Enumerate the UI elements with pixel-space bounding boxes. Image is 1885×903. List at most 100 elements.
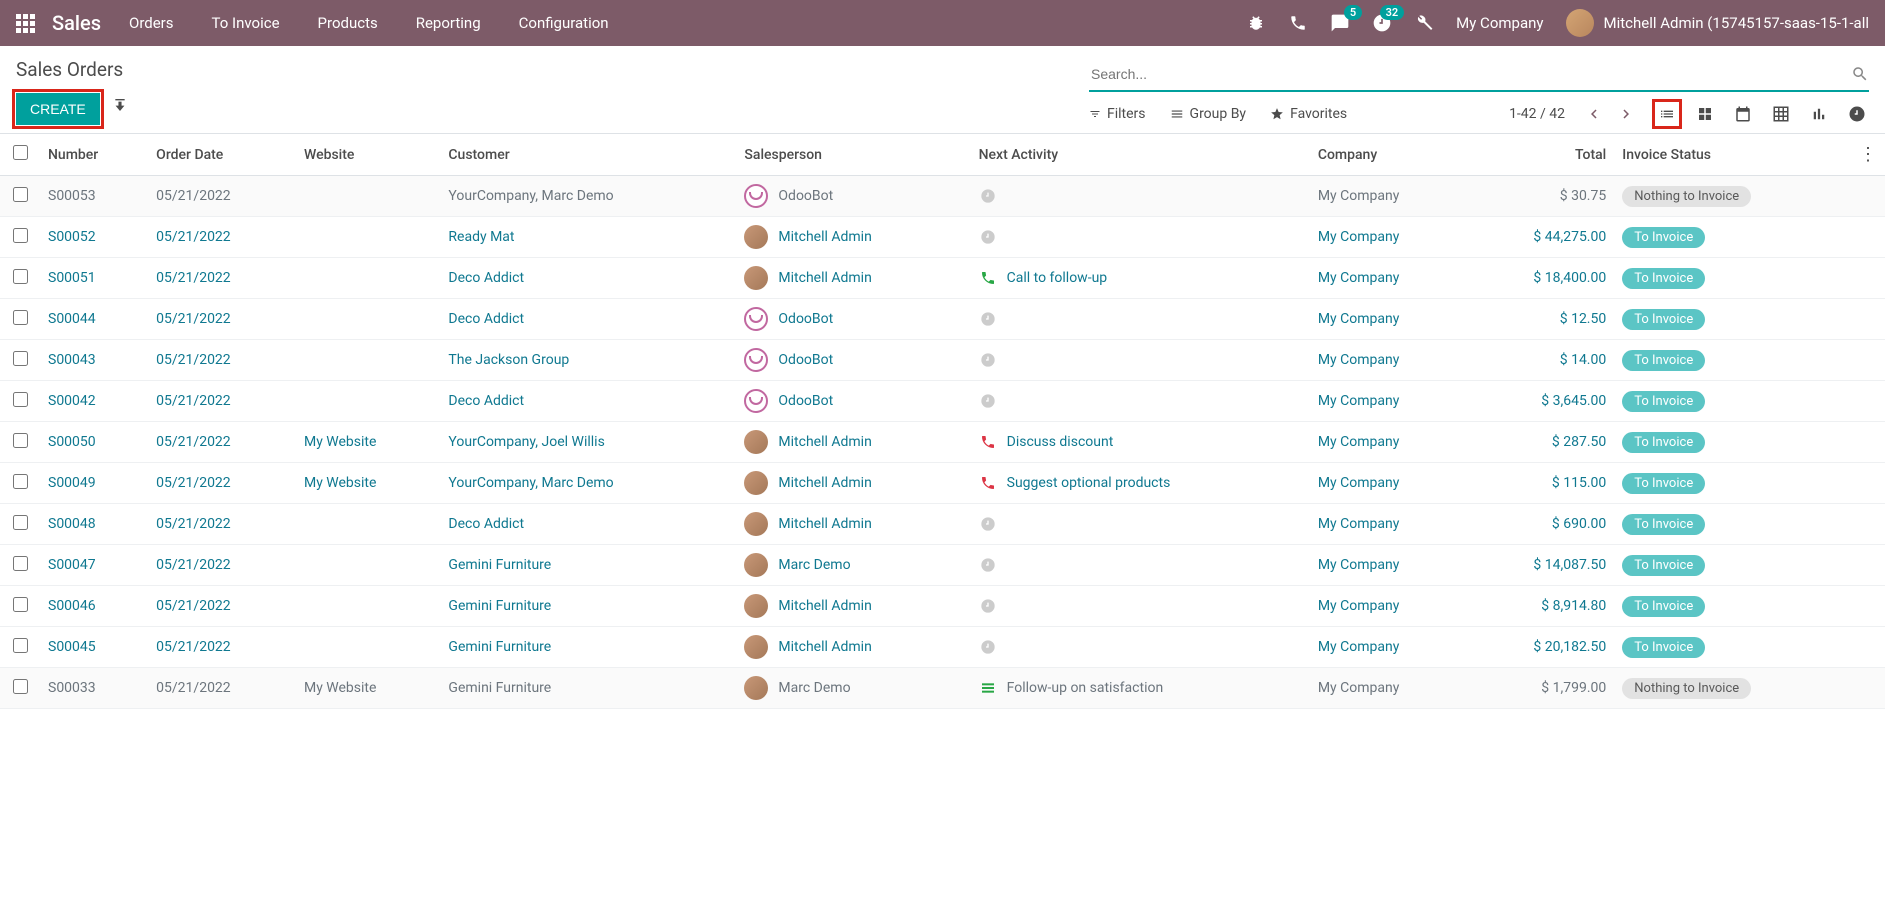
table-row[interactable]: S0005005/21/2022My WebsiteYourCompany, J… bbox=[0, 422, 1885, 463]
order-number[interactable]: S00045 bbox=[48, 639, 96, 655]
pager-prev-icon[interactable] bbox=[1585, 105, 1603, 123]
row-checkbox[interactable] bbox=[13, 187, 28, 202]
col-options[interactable]: ⋮ bbox=[1851, 134, 1885, 176]
table-row[interactable]: S0004305/21/2022The Jackson GroupOdooBot… bbox=[0, 340, 1885, 381]
view-activity-icon[interactable] bbox=[1845, 102, 1869, 126]
col-website[interactable]: Website bbox=[296, 134, 440, 176]
col-order-date[interactable]: Order Date bbox=[148, 134, 296, 176]
pager-next-icon[interactable] bbox=[1617, 105, 1635, 123]
col-total[interactable]: Total bbox=[1469, 134, 1614, 176]
view-pivot-icon[interactable] bbox=[1769, 102, 1793, 126]
table-row[interactable]: S0004805/21/2022Deco AddictMitchell Admi… bbox=[0, 504, 1885, 545]
col-company[interactable]: Company bbox=[1310, 134, 1469, 176]
view-kanban-icon[interactable] bbox=[1693, 102, 1717, 126]
cell-total: $ 8,914.80 bbox=[1469, 586, 1614, 627]
select-all-checkbox[interactable] bbox=[13, 145, 28, 160]
cell-salesperson: OdooBot bbox=[736, 176, 970, 217]
pager[interactable]: 1-42 / 42 bbox=[1509, 106, 1565, 122]
table-row[interactable]: S0005105/21/2022Deco AddictMitchell Admi… bbox=[0, 258, 1885, 299]
cell-activity bbox=[971, 504, 1310, 545]
col-customer[interactable]: Customer bbox=[440, 134, 736, 176]
filters-button[interactable]: Filters bbox=[1089, 106, 1146, 122]
clock-icon[interactable] bbox=[979, 351, 997, 369]
cell-activity bbox=[971, 217, 1310, 258]
row-checkbox[interactable] bbox=[13, 269, 28, 284]
view-graph-icon[interactable] bbox=[1807, 102, 1831, 126]
row-checkbox[interactable] bbox=[13, 433, 28, 448]
row-checkbox[interactable] bbox=[13, 515, 28, 530]
row-checkbox[interactable] bbox=[13, 638, 28, 653]
nav-products[interactable]: Products bbox=[318, 14, 378, 32]
order-number[interactable]: S00046 bbox=[48, 598, 96, 614]
clock-icon[interactable] bbox=[979, 187, 997, 205]
row-checkbox[interactable] bbox=[13, 679, 28, 694]
activities-icon[interactable]: 32 bbox=[1372, 13, 1392, 33]
order-number[interactable]: S00047 bbox=[48, 557, 96, 573]
order-number[interactable]: S00051 bbox=[48, 270, 96, 286]
phone-icon[interactable] bbox=[979, 474, 997, 492]
view-list-icon[interactable] bbox=[1655, 102, 1679, 126]
phone-icon[interactable] bbox=[979, 433, 997, 451]
clock-icon[interactable] bbox=[979, 556, 997, 574]
order-number[interactable]: S00050 bbox=[48, 434, 96, 450]
clock-icon[interactable] bbox=[979, 515, 997, 533]
row-checkbox[interactable] bbox=[13, 310, 28, 325]
apps-icon[interactable] bbox=[16, 14, 34, 32]
table-row[interactable]: S0004205/21/2022Deco AddictOdooBotMy Com… bbox=[0, 381, 1885, 422]
row-checkbox[interactable] bbox=[13, 228, 28, 243]
order-number[interactable]: S00049 bbox=[48, 475, 96, 491]
row-checkbox[interactable] bbox=[13, 351, 28, 366]
table-row[interactable]: S0004405/21/2022Deco AddictOdooBotMy Com… bbox=[0, 299, 1885, 340]
row-checkbox[interactable] bbox=[13, 556, 28, 571]
phone-icon[interactable] bbox=[979, 269, 997, 287]
col-invoice-status[interactable]: Invoice Status bbox=[1614, 134, 1851, 176]
groupby-button[interactable]: Group By bbox=[1170, 106, 1247, 122]
order-number[interactable]: S00048 bbox=[48, 516, 96, 532]
download-icon[interactable] bbox=[112, 99, 128, 119]
table-row[interactable]: S0004605/21/2022Gemini FurnitureMitchell… bbox=[0, 586, 1885, 627]
col-salesperson[interactable]: Salesperson bbox=[736, 134, 970, 176]
table-row[interactable]: S0005205/21/2022Ready MatMitchell AdminM… bbox=[0, 217, 1885, 258]
order-number[interactable]: S00042 bbox=[48, 393, 96, 409]
activity-bars-icon[interactable] bbox=[979, 679, 997, 697]
phone-icon[interactable] bbox=[1288, 13, 1308, 33]
clock-icon[interactable] bbox=[979, 228, 997, 246]
order-number[interactable]: S00044 bbox=[48, 311, 96, 327]
row-checkbox[interactable] bbox=[13, 474, 28, 489]
table-row[interactable]: S0004905/21/2022My WebsiteYourCompany, M… bbox=[0, 463, 1885, 504]
order-number[interactable]: S00033 bbox=[48, 680, 96, 696]
clock-icon[interactable] bbox=[979, 310, 997, 328]
table-row[interactable]: S0003305/21/2022My WebsiteGemini Furnitu… bbox=[0, 668, 1885, 709]
app-brand[interactable]: Sales bbox=[52, 11, 101, 35]
col-number[interactable]: Number bbox=[40, 134, 148, 176]
favorites-button[interactable]: Favorites bbox=[1270, 106, 1347, 122]
tools-icon[interactable] bbox=[1414, 13, 1434, 33]
create-button[interactable]: CREATE bbox=[16, 93, 100, 125]
bug-icon[interactable] bbox=[1246, 13, 1266, 33]
messages-icon[interactable]: 5 bbox=[1330, 13, 1350, 33]
clock-icon[interactable] bbox=[979, 392, 997, 410]
table-row[interactable]: S0005305/21/2022YourCompany, Marc DemoOd… bbox=[0, 176, 1885, 217]
row-checkbox[interactable] bbox=[13, 392, 28, 407]
table-row[interactable]: S0004505/21/2022Gemini FurnitureMitchell… bbox=[0, 627, 1885, 668]
nav-reporting[interactable]: Reporting bbox=[416, 14, 481, 32]
order-number[interactable]: S00053 bbox=[48, 188, 96, 204]
order-number[interactable]: S00043 bbox=[48, 352, 96, 368]
cell-status: To Invoice bbox=[1614, 422, 1851, 463]
nav-configuration[interactable]: Configuration bbox=[519, 14, 609, 32]
user-menu[interactable]: Mitchell Admin (15745157-saas-15-1-all bbox=[1566, 9, 1870, 37]
search-icon[interactable] bbox=[1851, 65, 1869, 83]
row-checkbox[interactable] bbox=[13, 597, 28, 612]
view-calendar-icon[interactable] bbox=[1731, 102, 1755, 126]
search-input[interactable] bbox=[1089, 62, 1851, 86]
search-box[interactable] bbox=[1089, 58, 1869, 92]
nav-to-invoice[interactable]: To Invoice bbox=[212, 14, 280, 32]
clock-icon[interactable] bbox=[979, 597, 997, 615]
company-switcher[interactable]: My Company bbox=[1456, 14, 1543, 32]
favorites-label: Favorites bbox=[1290, 106, 1347, 122]
nav-orders[interactable]: Orders bbox=[129, 14, 174, 32]
table-row[interactable]: S0004705/21/2022Gemini FurnitureMarc Dem… bbox=[0, 545, 1885, 586]
col-next-activity[interactable]: Next Activity bbox=[971, 134, 1310, 176]
order-number[interactable]: S00052 bbox=[48, 229, 96, 245]
clock-icon[interactable] bbox=[979, 638, 997, 656]
